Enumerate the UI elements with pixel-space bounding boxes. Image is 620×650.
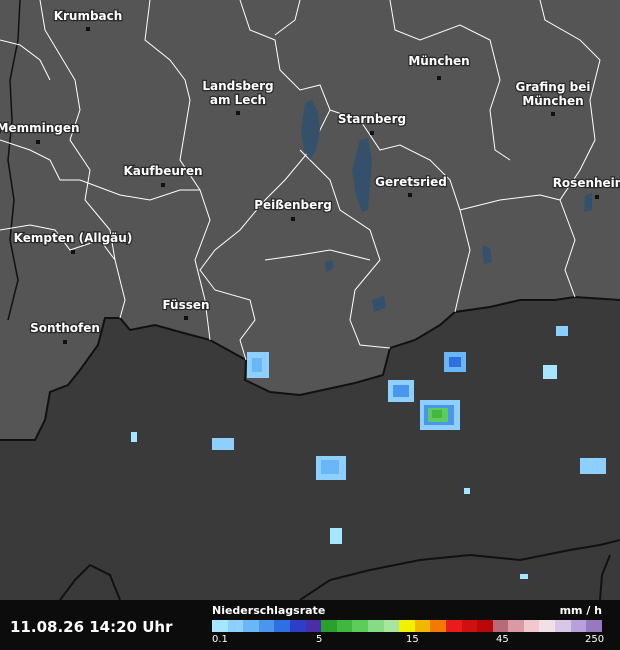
- legend-swatch: [305, 620, 322, 632]
- legend-swatch: [399, 620, 415, 632]
- legend-color-bar: [212, 620, 602, 632]
- legend-swatch: [523, 620, 540, 632]
- legend-swatch: [383, 620, 400, 632]
- svg-text:Kempten (Allgäu): Kempten (Allgäu): [14, 231, 133, 245]
- legend-title: Niederschlagsrate: [212, 604, 326, 617]
- svg-text:Füssen: Füssen: [162, 298, 209, 312]
- legend-swatch: [477, 620, 493, 632]
- legend-tick-4: 250: [585, 634, 605, 645]
- svg-text:München: München: [408, 54, 469, 68]
- legend-swatch: [367, 620, 384, 632]
- svg-text:Peißenberg: Peißenberg: [254, 198, 332, 212]
- svg-text:Starnberg: Starnberg: [338, 112, 406, 126]
- legend-swatch: [430, 620, 446, 632]
- legend-unit: mm / h: [559, 604, 602, 617]
- svg-text:Krumbach: Krumbach: [54, 9, 123, 23]
- svg-text:Sonthofen: Sonthofen: [30, 321, 100, 335]
- svg-text:Geretsried: Geretsried: [375, 175, 447, 189]
- legend-tick-1: 5: [316, 634, 323, 645]
- legend-swatch: [227, 620, 244, 632]
- legend-tick-2: 15: [406, 634, 419, 645]
- svg-text:Memmingen: Memmingen: [0, 121, 80, 135]
- legend-swatch: [414, 620, 431, 632]
- legend-swatch: [243, 620, 259, 632]
- legend-swatch: [555, 620, 571, 632]
- legend-swatch: [212, 620, 228, 632]
- footer: 11.08.26 14:20 Uhr Niederschlagsrate mm …: [0, 600, 620, 650]
- svg-text:Kaufbeuren: Kaufbeuren: [123, 164, 202, 178]
- legend-swatch: [321, 620, 337, 632]
- legend-tick-0: 0.1: [212, 634, 228, 645]
- legend-swatch: [336, 620, 353, 632]
- legend-tick-3: 45: [496, 634, 509, 645]
- legend-swatch: [258, 620, 275, 632]
- legend-swatch: [274, 620, 290, 632]
- legend-swatch: [461, 620, 478, 632]
- legend-swatch: [289, 620, 306, 632]
- legend-swatch: [508, 620, 524, 632]
- radar-map: Krumbach Landsberg am Lech München Grafin…: [0, 0, 620, 600]
- legend-swatch: [570, 620, 587, 632]
- legend-swatch: [492, 620, 509, 632]
- svg-text:Rosenheim: Rosenheim: [553, 176, 620, 190]
- svg-text:Landsbergam Lech: Landsberg am Lech: [202, 79, 273, 107]
- legend-swatch: [539, 620, 556, 632]
- legend-swatch: [586, 620, 602, 632]
- timestamp: 11.08.26 14:20 Uhr: [10, 618, 173, 636]
- legend-swatch: [352, 620, 368, 632]
- legend-swatch: [445, 620, 462, 632]
- svg-text:Grafing beiMünchen: Grafing bei München: [516, 80, 591, 108]
